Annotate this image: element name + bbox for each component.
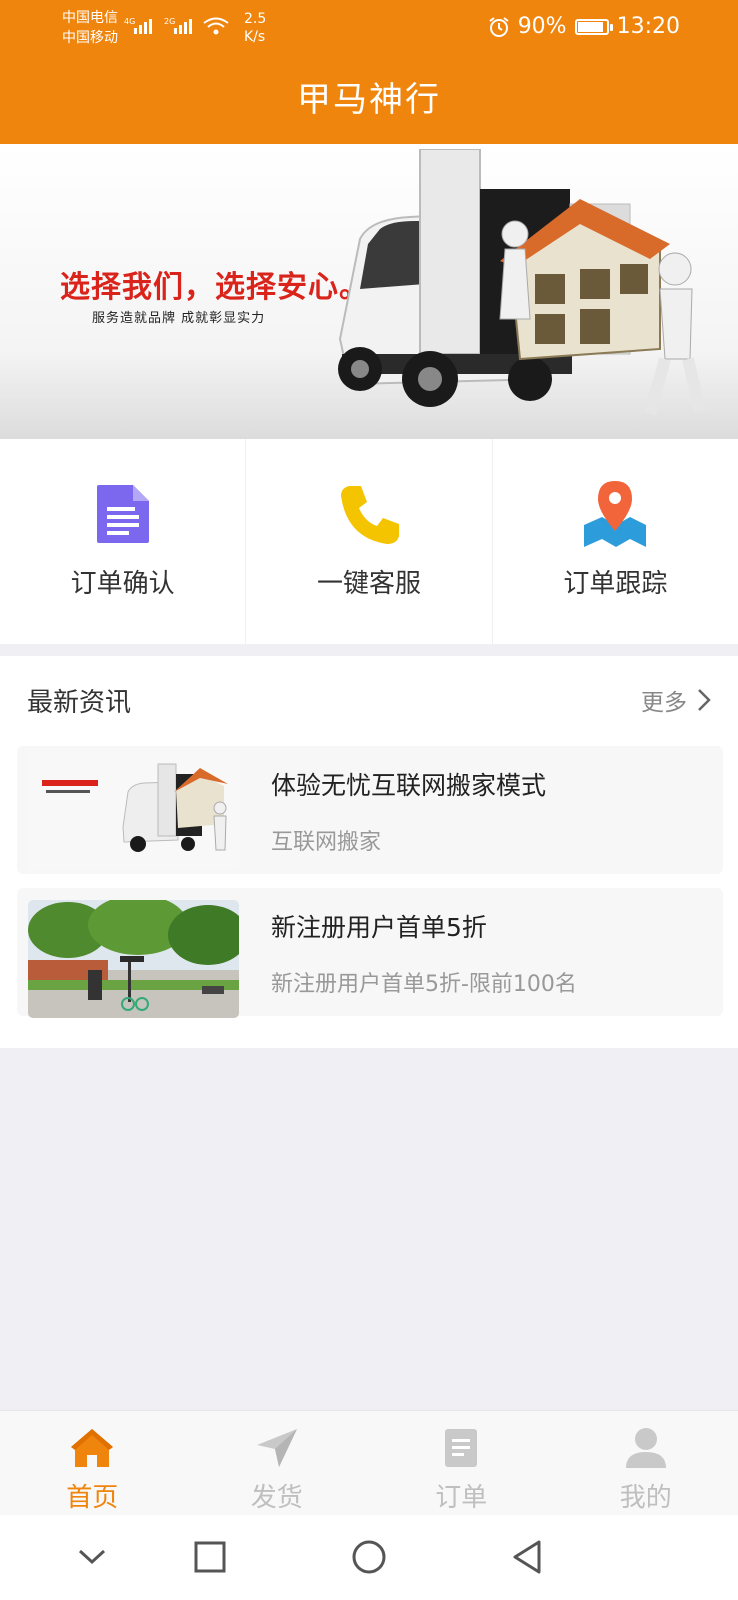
recent-apps-icon[interactable] bbox=[188, 1535, 232, 1579]
tab-orders[interactable]: 订单 bbox=[369, 1411, 554, 1516]
app-header: 中国电信 中国移动 4G 2G 2.5 K/s 90% 13:20 甲马神行 bbox=[0, 0, 738, 144]
order-tracking-label: 订单跟踪 bbox=[563, 569, 668, 599]
network-speed: 2.5 K/s bbox=[244, 10, 266, 46]
clock: 13:20 bbox=[616, 14, 680, 39]
news-section: 最新资讯 更多 体验无忧互联网搬家模式 互联网搬家 新注册用户首单5折 新注册用… bbox=[0, 656, 738, 1048]
speed-value: 2.5 bbox=[244, 11, 267, 27]
home-circle-icon[interactable] bbox=[347, 1535, 391, 1579]
order-tracking-button[interactable]: 订单跟踪 bbox=[491, 439, 738, 644]
tab-profile-label: 我的 bbox=[619, 1483, 672, 1513]
bottom-tab-bar: 首页 发货 订单 我的 bbox=[0, 1410, 738, 1516]
net-type-2: 2G bbox=[164, 17, 175, 26]
news-item-title: 体验无忧互联网搬家模式 bbox=[271, 771, 547, 800]
chevron-right-icon bbox=[698, 689, 711, 711]
signal-icon: 4G 2G bbox=[124, 17, 229, 35]
carrier-1: 中国电信 bbox=[62, 10, 118, 26]
order-confirm-button[interactable]: 订单确认 bbox=[0, 439, 245, 644]
tab-send[interactable]: 发货 bbox=[185, 1411, 370, 1516]
news-item-subtitle: 互联网搬家 bbox=[271, 830, 382, 855]
news-thumbnail bbox=[28, 752, 239, 870]
customer-service-button[interactable]: 一键客服 bbox=[245, 439, 491, 644]
tab-home-label: 首页 bbox=[66, 1483, 119, 1513]
order-icon bbox=[443, 1425, 479, 1471]
news-header: 最新资讯 更多 bbox=[27, 680, 711, 720]
quick-actions: 订单确认 一键客服 订单跟踪 bbox=[0, 439, 738, 644]
tab-orders-label: 订单 bbox=[435, 1483, 488, 1513]
system-navigation-bar bbox=[0, 1515, 738, 1600]
status-right: 90% 13:20 bbox=[488, 14, 680, 39]
news-title: 最新资讯 bbox=[27, 687, 132, 718]
alarm-icon bbox=[489, 16, 509, 37]
order-confirm-label: 订单确认 bbox=[70, 569, 175, 599]
tab-send-label: 发货 bbox=[250, 1483, 303, 1513]
map-pin-icon bbox=[580, 479, 650, 549]
more-label: 更多 bbox=[641, 690, 687, 716]
user-icon bbox=[624, 1425, 668, 1471]
battery-icon bbox=[574, 18, 613, 35]
tab-home[interactable]: 首页 bbox=[0, 1411, 185, 1516]
tab-profile[interactable]: 我的 bbox=[554, 1411, 738, 1516]
document-icon bbox=[95, 479, 151, 549]
news-item[interactable]: 新注册用户首单5折 新注册用户首单5折-限前100名 bbox=[17, 888, 723, 1018]
news-thumbnail bbox=[28, 900, 239, 1018]
carrier-2: 中国移动 bbox=[62, 30, 118, 46]
back-triangle-icon[interactable] bbox=[505, 1535, 549, 1579]
customer-service-label: 一键客服 bbox=[316, 569, 421, 599]
more-link[interactable]: 更多 bbox=[641, 683, 711, 717]
page-title: 甲马神行 bbox=[297, 80, 441, 120]
net-type-1: 4G bbox=[124, 17, 135, 26]
moving-van-illustration bbox=[338, 149, 706, 416]
chevron-down-icon[interactable] bbox=[70, 1535, 114, 1579]
status-carriers: 中国电信 中国移动 bbox=[62, 8, 118, 48]
news-item-subtitle: 新注册用户首单5折-限前100名 bbox=[271, 972, 577, 997]
banner-subline: 服务造就品牌 成就彰显实力 bbox=[92, 311, 266, 326]
speed-unit: K/s bbox=[244, 29, 266, 45]
news-item[interactable]: 体验无忧互联网搬家模式 互联网搬家 bbox=[17, 746, 723, 874]
send-icon bbox=[255, 1425, 299, 1471]
news-item-title: 新注册用户首单5折 bbox=[271, 913, 487, 942]
promo-banner[interactable]: 选择我们，选择安心。 服务造就品牌 成就彰显实力 bbox=[0, 144, 738, 439]
battery-percent: 90% bbox=[517, 14, 567, 39]
home-icon bbox=[69, 1425, 115, 1471]
phone-icon bbox=[337, 479, 401, 549]
